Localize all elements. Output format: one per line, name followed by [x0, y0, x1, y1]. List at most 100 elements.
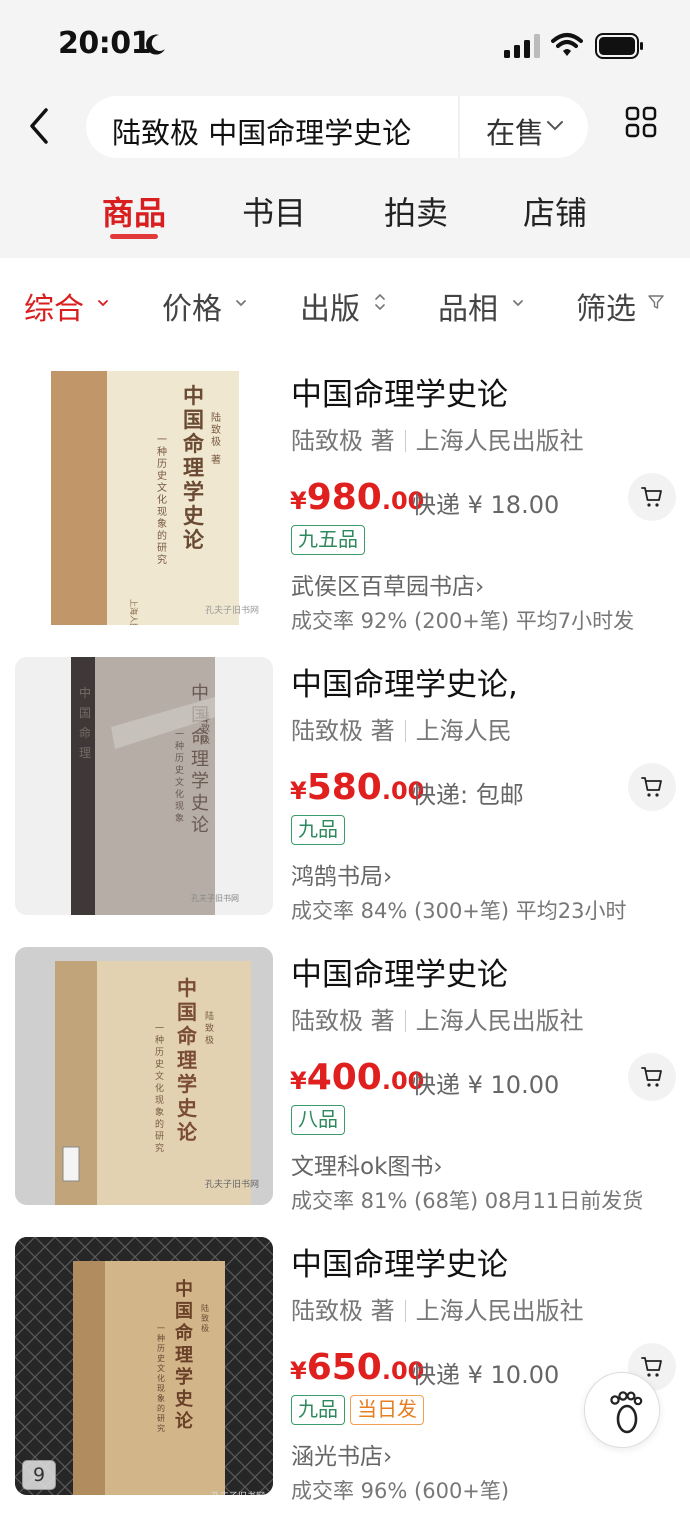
svg-text:种: 种	[157, 445, 167, 458]
list-item[interactable]: 中国命 理学史 论 一种历 史文化 现象的 研究 陆致极著 上海人民出版社 孔夫…	[0, 355, 690, 645]
add-to-cart-button[interactable]	[628, 1053, 676, 1101]
product-title[interactable]: 中国命理学史论	[291, 369, 508, 414]
status-select[interactable]: 在售	[486, 110, 544, 152]
svg-text:种: 种	[175, 740, 184, 752]
svg-text:理: 理	[183, 455, 204, 480]
shop-link[interactable]: 鸿鹄书局›	[291, 857, 392, 891]
svg-text:研: 研	[157, 542, 167, 554]
svg-text:象: 象	[155, 1106, 164, 1118]
product-publisher: 上海人民出版社	[415, 1007, 584, 1035]
shop-link[interactable]: 武侯区百草园书店›	[291, 567, 484, 601]
product-image[interactable]: 中国命 理学史 论 一种历 史文化 现象的 研究 陆致极 孔夫子旧书网	[15, 947, 273, 1205]
svg-text:史: 史	[191, 793, 209, 814]
product-author: 陆致极 著	[291, 1297, 395, 1325]
book-cover-image: 中国命 理学史 论 一种历 史文化 现象 陆致极 中国命理 孔夫子旧书网	[15, 657, 273, 915]
price-integer: 980	[306, 477, 382, 518]
list-item[interactable]: 中国命 理学史 论 一种历 史文化 现象的 研究 陆致极 孔夫子旧书网 中国命理…	[0, 935, 690, 1225]
svg-text:史: 史	[175, 764, 184, 776]
tab-shops[interactable]: 店铺	[523, 188, 587, 234]
filter-publish[interactable]: 出版	[300, 284, 360, 328]
svg-text:象: 象	[157, 1393, 165, 1403]
chevron-down-icon[interactable]	[234, 296, 248, 310]
product-image[interactable]: 中国命 理学史 论 一种历 史文化 现象 陆致极 中国命理 孔夫子旧书网	[15, 657, 273, 915]
svg-text:文: 文	[155, 1070, 164, 1082]
list-item[interactable]: 中国命 理学史 论 一种历 史文化 现象的 研究 陆致极 孔夫子旧书网 中国命理…	[0, 1225, 690, 1515]
moon-icon	[146, 34, 165, 55]
battery-icon	[595, 33, 643, 59]
product-title[interactable]: 中国命理学史论,	[291, 659, 518, 704]
svg-text:致: 致	[211, 423, 221, 436]
svg-text:极: 极	[201, 1323, 209, 1333]
svg-text:论: 论	[191, 815, 209, 836]
svg-text:著: 著	[211, 453, 221, 466]
svg-text:中: 中	[175, 1278, 193, 1300]
svg-text:文: 文	[175, 776, 184, 788]
condition-badge: 九五品	[291, 525, 365, 555]
product-price: ¥580.00	[290, 767, 424, 808]
product-image[interactable]: 中国命 理学史 论 一种历 史文化 现象的 研究 陆致极 孔夫子旧书网	[15, 1237, 273, 1495]
shipping-fee: 快递 ¥ 18.00	[412, 491, 560, 519]
svg-text:究: 究	[157, 1423, 165, 1433]
add-to-cart-button[interactable]	[628, 763, 676, 811]
watermark: 孔夫子旧书网	[205, 604, 259, 616]
svg-text:中: 中	[177, 976, 197, 1000]
svg-text:历: 历	[155, 1047, 164, 1058]
filter-condition[interactable]: 品相	[438, 284, 498, 328]
product-image[interactable]: 中国命 理学史 论 一种历 史文化 现象的 研究 陆致极著 上海人民出版社 孔夫…	[15, 367, 273, 625]
list-item[interactable]: 中国命 理学史 论 一种历 史文化 现象 陆致极 中国命理 孔夫子旧书网	[0, 645, 690, 935]
svg-text:学: 学	[183, 479, 204, 504]
svg-text:究: 究	[155, 1142, 164, 1154]
svg-text:化: 化	[157, 1373, 165, 1383]
svg-text:致: 致	[201, 722, 210, 734]
svg-text:现: 现	[175, 801, 184, 812]
svg-text:一: 一	[175, 730, 184, 740]
svg-text:国: 国	[79, 706, 91, 720]
book-cover-image: 中国命 理学史 论 一种历 史文化 现象的 研究 陆致极著 上海人民出版社 孔夫…	[51, 371, 259, 625]
shop-link[interactable]: 涵光书店›	[291, 1437, 392, 1471]
sort-icon[interactable]	[373, 292, 387, 312]
svg-text:命: 命	[183, 431, 205, 456]
svg-text:学: 学	[177, 1072, 197, 1096]
shop-stats: 成交率 84% (300+笔) 平均23小时	[291, 899, 627, 923]
svg-text:历: 历	[175, 753, 184, 764]
signal-icon	[504, 34, 540, 58]
product-title[interactable]: 中国命理学史论	[291, 949, 508, 994]
svg-text:致: 致	[201, 1313, 209, 1323]
tab-goods[interactable]: 商品	[102, 188, 166, 234]
product-title[interactable]: 中国命理学史论	[291, 1239, 508, 1284]
tab-auction[interactable]: 拍卖	[384, 188, 448, 234]
tab-active-indicator	[110, 234, 158, 239]
back-icon[interactable]	[24, 106, 56, 146]
chevron-down-icon[interactable]	[96, 296, 110, 310]
svg-text:文: 文	[157, 1363, 165, 1373]
svg-text:理: 理	[191, 749, 209, 770]
watermark: 孔夫子旧书网	[191, 893, 239, 903]
book-cover-image: 中国命 理学史 论 一种历 史文化 现象的 研究 陆致极 孔夫子旧书网	[15, 1237, 273, 1495]
filter-screen[interactable]: 筛选	[576, 284, 636, 328]
product-publisher: 上海人民出版社	[415, 427, 584, 455]
shop-link[interactable]: 文理科ok图书›	[291, 1147, 443, 1181]
tab-catalog[interactable]: 书目	[242, 188, 306, 234]
svg-text:史: 史	[183, 503, 205, 528]
filter-funnel-icon[interactable]	[648, 294, 664, 310]
add-to-cart-button[interactable]	[628, 473, 676, 521]
svg-text:陆: 陆	[205, 1010, 214, 1022]
status-time: 20:01	[58, 26, 152, 61]
top-header: 20:01 陆致极 中国命理学史论 在售 商品 书目 拍卖 店铺	[0, 0, 690, 258]
svg-text:一: 一	[157, 435, 167, 446]
footprint-button[interactable]	[584, 1372, 660, 1448]
search-query[interactable]: 陆致极 中国命理学史论	[112, 110, 411, 152]
chevron-down-icon[interactable]	[511, 296, 525, 310]
price-integer: 580	[306, 767, 382, 808]
search-box[interactable]: 陆致极 中国命理学史论 在售	[86, 96, 588, 158]
grid-view-icon[interactable]	[625, 106, 657, 138]
product-meta: 陆致极 著上海人民出版社	[291, 1291, 584, 1326]
filter-overall[interactable]: 综合	[24, 284, 84, 328]
filter-price[interactable]: 价格	[162, 284, 222, 328]
svg-text:学: 学	[175, 1366, 193, 1388]
chevron-down-icon[interactable]	[546, 120, 564, 132]
product-price: ¥400.00	[290, 1057, 424, 1098]
svg-text:理: 理	[79, 746, 91, 760]
status-bar: 20:01	[0, 0, 690, 90]
svg-text:现: 现	[157, 1384, 165, 1393]
